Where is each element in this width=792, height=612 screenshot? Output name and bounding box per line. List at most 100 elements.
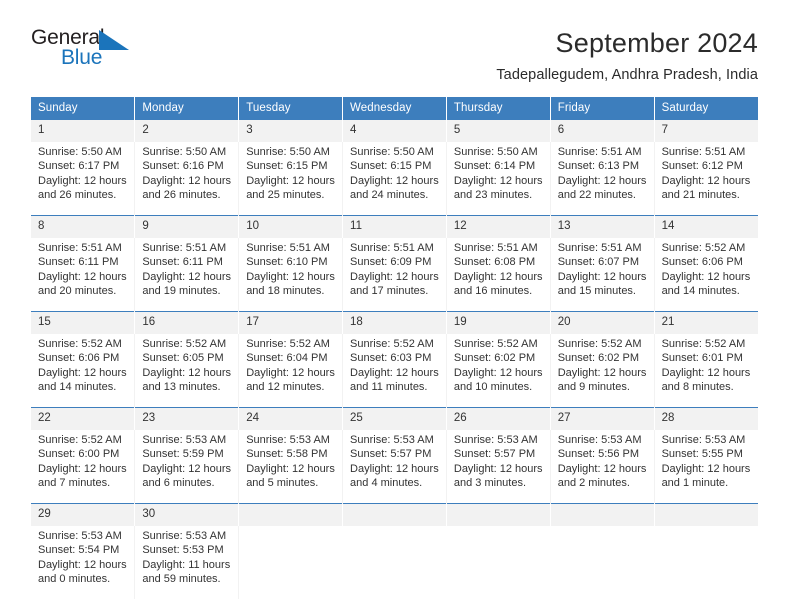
- day-number[interactable]: 25: [342, 407, 447, 431]
- day-number[interactable]: 30: [134, 503, 240, 527]
- week-detail-row: Sunrise: 5:53 AM Sunset: 5:54 PM Daylight:…: [31, 526, 759, 600]
- day-daylight1-text: Daylight: 12 hours: [38, 270, 127, 283]
- day-cell[interactable]: Sunrise: 5:52 AM Sunset: 6:03 PM Daylight:…: [342, 334, 447, 408]
- day-daylight1-text: Daylight: 12 hours: [661, 270, 751, 283]
- day-daylight1-text: Daylight: 12 hours: [142, 462, 232, 475]
- day-number[interactable]: 23: [134, 407, 240, 431]
- day-daylight1-text: Daylight: 12 hours: [661, 462, 751, 475]
- week-daynumber-row: 29 30: [31, 503, 758, 527]
- brand-logo[interactable]: General Blue: [31, 26, 151, 72]
- day-sunrise-text: Sunrise: 5:51 AM: [661, 146, 746, 159]
- day-daylight2-text: and 24 minutes.: [350, 189, 429, 202]
- weekday-header-row: Sunday Monday Tuesday Wednesday Thursday…: [31, 97, 758, 121]
- day-cell[interactable]: Sunrise: 5:53 AM Sunset: 5:55 PM Daylight:…: [654, 430, 758, 504]
- day-daylight2-text: and 5 minutes.: [246, 477, 319, 490]
- day-cell[interactable]: Sunrise: 5:53 AM Sunset: 5:57 PM Daylight:…: [342, 430, 447, 504]
- day-number-empty: [238, 503, 344, 527]
- day-sunset-text: Sunset: 6:06 PM: [661, 256, 743, 269]
- week-daynumber-row: 8 9 10 11 12 13 14: [31, 215, 758, 239]
- day-number[interactable]: 9: [134, 215, 240, 239]
- day-sunrise-text: Sunrise: 5:51 AM: [246, 242, 330, 255]
- day-cell[interactable]: Sunrise: 5:53 AM Sunset: 5:54 PM Daylight:…: [31, 526, 136, 600]
- day-cell[interactable]: Sunrise: 5:52 AM Sunset: 6:04 PM Daylight:…: [238, 334, 344, 408]
- day-sunrise-text: Sunrise: 5:52 AM: [38, 434, 122, 447]
- day-number[interactable]: 5: [446, 120, 551, 143]
- day-daylight2-text: and 4 minutes.: [350, 477, 423, 490]
- day-number[interactable]: 15: [31, 311, 136, 335]
- day-sunset-text: Sunset: 6:12 PM: [661, 160, 743, 173]
- week-detail-row: Sunrise: 5:52 AM Sunset: 6:06 PM Daylight:…: [31, 334, 758, 408]
- day-cell[interactable]: Sunrise: 5:51 AM Sunset: 6:12 PM Daylight:…: [654, 142, 758, 216]
- logo-text-blue: Blue: [61, 46, 103, 69]
- day-cell[interactable]: Sunrise: 5:52 AM Sunset: 6:02 PM Daylight:…: [446, 334, 551, 408]
- day-number[interactable]: 12: [446, 215, 551, 239]
- day-number[interactable]: 3: [238, 120, 344, 143]
- day-number[interactable]: 7: [654, 120, 758, 143]
- day-daylight2-text: and 14 minutes.: [661, 285, 740, 298]
- day-cell[interactable]: Sunrise: 5:51 AM Sunset: 6:07 PM Daylight:…: [550, 238, 655, 312]
- calendar-body: 1 2 3 4 5 6 7 Sunrise: 5:50 AM Sunset: 6:17 PM Da…: [31, 120, 759, 600]
- day-cell[interactable]: Sunrise: 5:51 AM Sunset: 6:08 PM Daylight:…: [446, 238, 551, 312]
- day-sunrise-text: Sunrise: 5:50 AM: [350, 146, 434, 159]
- day-number[interactable]: 6: [550, 120, 655, 143]
- day-number[interactable]: 1: [31, 120, 136, 143]
- weekday-header-thursday: Thursday: [446, 97, 551, 121]
- day-cell[interactable]: Sunrise: 5:53 AM Sunset: 5:56 PM Daylight:…: [550, 430, 655, 504]
- day-cell[interactable]: Sunrise: 5:50 AM Sunset: 6:16 PM Daylight:…: [134, 142, 240, 216]
- day-cell-empty: [446, 526, 551, 600]
- day-cell[interactable]: Sunrise: 5:51 AM Sunset: 6:11 PM Daylight:…: [31, 238, 136, 312]
- day-number[interactable]: 10: [238, 215, 344, 239]
- day-cell[interactable]: Sunrise: 5:52 AM Sunset: 6:00 PM Daylight:…: [31, 430, 136, 504]
- day-daylight2-text: and 10 minutes.: [453, 381, 533, 394]
- day-cell[interactable]: Sunrise: 5:52 AM Sunset: 6:01 PM Daylight:…: [654, 334, 758, 408]
- day-cell[interactable]: Sunrise: 5:52 AM Sunset: 6:05 PM Daylight:…: [134, 334, 240, 408]
- day-cell[interactable]: Sunrise: 5:53 AM Sunset: 5:59 PM Daylight:…: [134, 430, 240, 504]
- day-number[interactable]: 18: [342, 311, 447, 335]
- day-cell[interactable]: Sunrise: 5:51 AM Sunset: 6:13 PM Daylight:…: [550, 142, 655, 216]
- day-daylight1-text: Daylight: 12 hours: [246, 366, 335, 379]
- weekday-header-sunday: Sunday: [31, 97, 136, 121]
- day-sunset-text: Sunset: 6:02 PM: [453, 352, 536, 365]
- day-daylight1-text: Daylight: 12 hours: [38, 174, 127, 187]
- day-cell[interactable]: Sunrise: 5:52 AM Sunset: 6:02 PM Daylight:…: [550, 334, 655, 408]
- day-number[interactable]: 4: [342, 120, 447, 143]
- day-number[interactable]: 8: [31, 215, 136, 239]
- day-number[interactable]: 2: [134, 120, 240, 143]
- day-cell[interactable]: Sunrise: 5:50 AM Sunset: 6:15 PM Daylight:…: [342, 142, 447, 216]
- day-number[interactable]: 24: [238, 407, 344, 431]
- day-number[interactable]: 21: [654, 311, 758, 335]
- day-daylight2-text: and 18 minutes.: [246, 285, 325, 298]
- day-number[interactable]: 11: [342, 215, 447, 239]
- day-number[interactable]: 16: [134, 311, 240, 335]
- day-daylight2-text: and 15 minutes.: [557, 285, 636, 298]
- day-number[interactable]: 17: [238, 311, 344, 335]
- day-cell[interactable]: Sunrise: 5:53 AM Sunset: 5:58 PM Daylight:…: [238, 430, 344, 504]
- day-number[interactable]: 22: [31, 407, 136, 431]
- day-daylight2-text: and 13 minutes.: [142, 381, 221, 394]
- day-daylight1-text: Daylight: 12 hours: [38, 558, 127, 571]
- day-cell[interactable]: Sunrise: 5:53 AM Sunset: 5:53 PM Daylight:…: [134, 526, 240, 600]
- day-cell[interactable]: Sunrise: 5:50 AM Sunset: 6:14 PM Daylight:…: [446, 142, 551, 216]
- day-number[interactable]: 27: [550, 407, 655, 431]
- week-daynumber-row: 15 16 17 18 19 20 21: [31, 311, 758, 335]
- day-cell[interactable]: Sunrise: 5:51 AM Sunset: 6:11 PM Daylight:…: [134, 238, 240, 312]
- day-cell[interactable]: Sunrise: 5:50 AM Sunset: 6:17 PM Daylight:…: [31, 142, 136, 216]
- day-sunrise-text: Sunrise: 5:52 AM: [453, 338, 538, 351]
- day-number[interactable]: 13: [550, 215, 655, 239]
- day-cell[interactable]: Sunrise: 5:51 AM Sunset: 6:10 PM Daylight:…: [238, 238, 344, 312]
- day-number[interactable]: 29: [31, 503, 136, 527]
- day-number[interactable]: 28: [654, 407, 758, 431]
- day-cell[interactable]: Sunrise: 5:53 AM Sunset: 5:57 PM Daylight:…: [446, 430, 551, 504]
- day-number[interactable]: 14: [654, 215, 758, 239]
- day-number[interactable]: 19: [446, 311, 551, 335]
- day-cell[interactable]: Sunrise: 5:50 AM Sunset: 6:15 PM Daylight:…: [238, 142, 344, 216]
- day-cell[interactable]: Sunrise: 5:52 AM Sunset: 6:06 PM Daylight:…: [654, 238, 758, 312]
- day-number[interactable]: 26: [446, 407, 551, 431]
- page-title: September 2024: [555, 28, 758, 58]
- day-sunset-text: Sunset: 6:11 PM: [38, 256, 119, 269]
- day-cell[interactable]: Sunrise: 5:51 AM Sunset: 6:09 PM Daylight:…: [342, 238, 447, 312]
- day-sunset-text: Sunset: 6:13 PM: [557, 160, 640, 173]
- day-cell[interactable]: Sunrise: 5:52 AM Sunset: 6:06 PM Daylight:…: [31, 334, 136, 408]
- day-daylight2-text: and 16 minutes.: [453, 285, 533, 298]
- day-number[interactable]: 20: [550, 311, 655, 335]
